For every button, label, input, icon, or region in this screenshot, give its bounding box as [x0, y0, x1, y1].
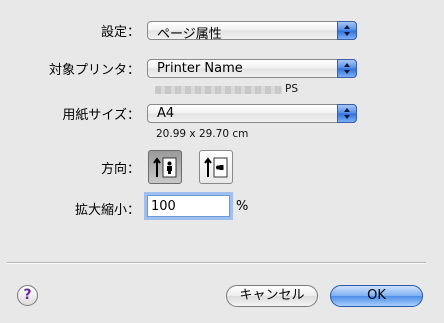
settings-label: 設定： — [100, 25, 140, 40]
paper-dimensions: 20.99 x 29.70 cm — [156, 128, 249, 140]
popup-arrows-icon — [337, 59, 357, 78]
settings-value: ページ属性 — [157, 27, 222, 42]
paper-size-value: A4 — [157, 106, 175, 121]
portrait-icon — [153, 157, 177, 178]
printer-model-redacted — [155, 86, 282, 94]
printer-popup[interactable]: Printer Name — [147, 59, 357, 78]
printer-label: 対象プリンタ： — [48, 63, 140, 78]
paper-size-popup[interactable]: A4 — [147, 104, 357, 123]
printer-model-suffix: PS — [285, 83, 298, 95]
popup-arrows-icon — [337, 104, 357, 123]
popup-arrows-icon — [337, 21, 357, 40]
printer-value: Printer Name — [157, 61, 243, 76]
landscape-icon — [204, 157, 228, 178]
ok-button[interactable]: OK — [330, 285, 423, 307]
paper-size-label: 用紙サイズ： — [62, 108, 140, 123]
settings-popup[interactable]: ページ属性 — [147, 21, 357, 42]
scale-unit: % — [236, 199, 249, 214]
divider — [7, 262, 426, 264]
orientation-landscape-button[interactable] — [199, 150, 233, 184]
cancel-button[interactable]: キャンセル — [226, 285, 318, 307]
orientation-label: 方向： — [100, 162, 140, 177]
help-button[interactable]: ? — [17, 285, 38, 306]
orientation-portrait-button[interactable] — [148, 150, 182, 184]
scale-input[interactable] — [147, 195, 230, 217]
scale-label: 拡大縮小： — [74, 203, 140, 218]
